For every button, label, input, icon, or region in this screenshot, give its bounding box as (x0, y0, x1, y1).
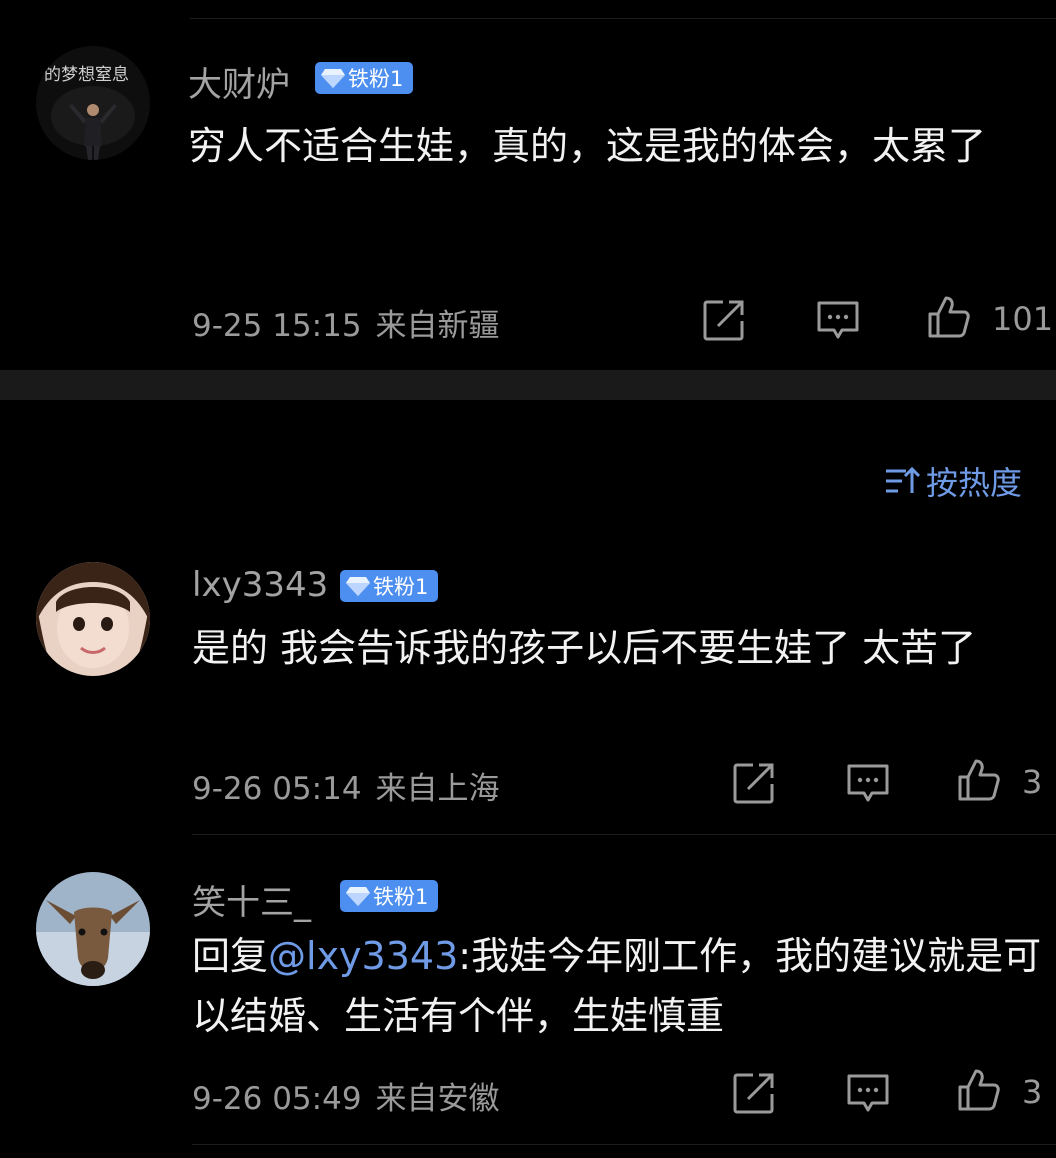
username[interactable]: 笑十三_ (192, 875, 311, 924)
sort-by-hot-button[interactable]: 按热度 (884, 458, 1022, 504)
comment-icon[interactable] (845, 1070, 891, 1116)
avatar[interactable] (36, 562, 150, 676)
comment-time: 9-25 15:15 (192, 308, 362, 344)
like-count: 101 (992, 300, 1054, 338)
username[interactable]: 大财炉 (188, 57, 290, 106)
comment-icon[interactable] (815, 297, 861, 343)
section-separator (0, 370, 1056, 400)
badge-label: 铁粉1 (373, 575, 429, 599)
like-count: 3 (1022, 1073, 1043, 1111)
share-icon[interactable] (731, 1070, 777, 1116)
mention-link[interactable]: @lxy3343 (268, 934, 458, 978)
avatar[interactable] (36, 872, 150, 986)
top-divider (190, 18, 1056, 19)
like-icon[interactable] (956, 757, 1002, 803)
comment-text: 是的 我会告诉我的孩子以后不要生娃了 太苦了 (192, 626, 977, 670)
comment-time: 9-26 05:49 (192, 1081, 362, 1117)
diamond-icon (346, 887, 370, 906)
sort-icon (886, 466, 920, 493)
share-icon[interactable] (731, 760, 777, 806)
like-icon[interactable] (956, 1067, 1002, 1113)
comment-icon[interactable] (845, 760, 891, 806)
comment-location: 来自上海 (375, 771, 500, 807)
share-icon[interactable] (701, 297, 747, 343)
sort-label: 按热度 (926, 464, 1023, 502)
like-icon[interactable] (926, 294, 972, 340)
comment-time: 9-26 05:14 (192, 771, 362, 807)
comment-meta: 9-26 05:14 来自上海 (192, 763, 500, 808)
comment-text: 穷人不适合生娃，真的，这是我的体会，太累了 (188, 124, 987, 168)
badge-label: 铁粉1 (373, 885, 429, 909)
comment-location: 来自新疆 (375, 308, 500, 344)
diamond-icon (346, 577, 370, 596)
diamond-icon (321, 69, 345, 88)
fan-badge: 铁粉1 (340, 880, 439, 912)
fan-badge: 铁粉1 (340, 570, 439, 602)
avatar-caption: 的梦想窒息 (44, 65, 129, 85)
comment-meta: 9-26 05:49 来自安徽 (192, 1073, 500, 1118)
comment-divider (192, 834, 1056, 835)
comment-divider (192, 1144, 1056, 1145)
reply-prefix: 回复 (192, 934, 269, 978)
avatar[interactable]: 的梦想窒息 (36, 46, 150, 160)
comment-location: 来自安徽 (375, 1081, 500, 1117)
comment-meta: 9-25 15:15 来自新疆 (192, 300, 500, 345)
fan-badge: 铁粉1 (315, 62, 414, 94)
badge-label: 铁粉1 (348, 67, 404, 91)
like-count: 3 (1022, 763, 1043, 801)
comment-text: 回复@lxy3343:我娃今年刚工作，我的建议就是可以结婚、生活有个伴，生娃慎重 (192, 926, 1042, 1046)
username[interactable]: lxy3343 (192, 565, 328, 605)
